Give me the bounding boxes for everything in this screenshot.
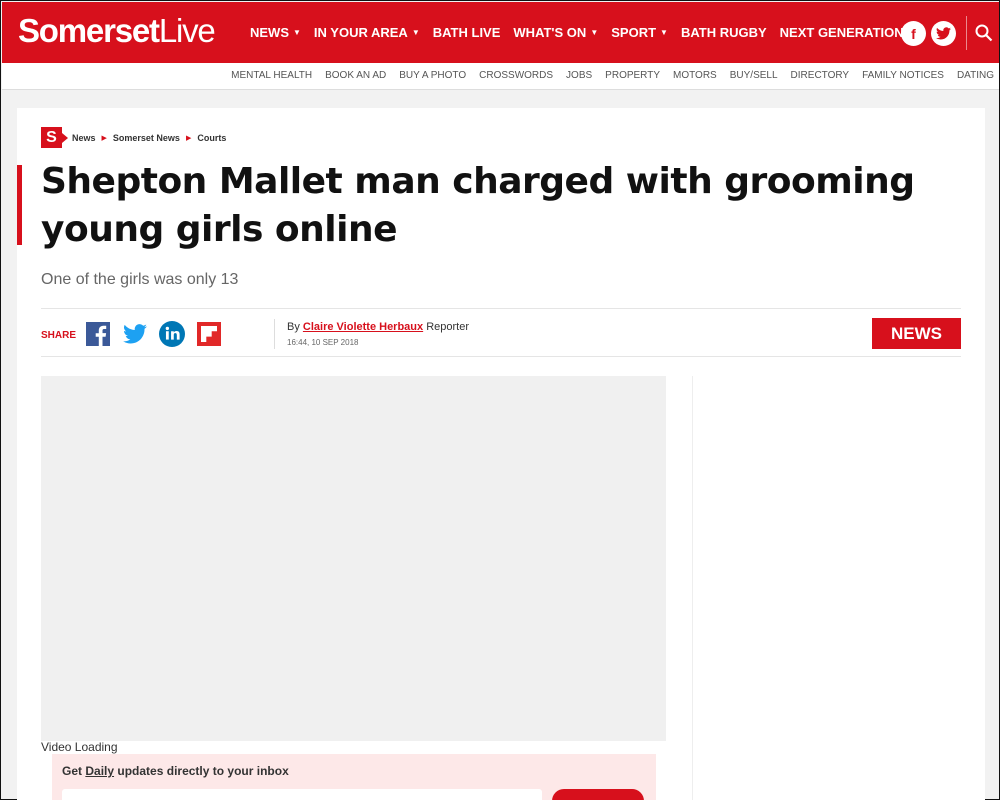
headline-accent-bar (17, 165, 22, 245)
facebook-glyph: f (911, 25, 916, 42)
nav-item-news[interactable]: NEWS ▼ (250, 25, 301, 40)
newsletter-title: Get Daily updates directly to your inbox (62, 764, 289, 778)
site-logo[interactable]: SomersetLive (18, 12, 216, 50)
social-links: f (901, 21, 956, 46)
breadcrumb-news[interactable]: News (72, 133, 96, 143)
caret-down-icon: ▼ (660, 28, 668, 37)
category-badge[interactable]: NEWS (872, 318, 961, 349)
nav-item-whats-on[interactable]: WHAT'S ON ▼ (513, 25, 598, 40)
breadcrumb-separator-icon: ▶ (185, 134, 192, 142)
byline: By Claire Violette Herbaux Reporter (287, 321, 469, 333)
flipboard-share-icon[interactable] (196, 321, 222, 347)
share-buttons (85, 321, 222, 347)
twitter-bird-glyph (936, 27, 951, 40)
video-loading-text: Video Loading (41, 740, 118, 754)
meta-divider (274, 319, 275, 349)
byline-prefix: By (287, 321, 300, 333)
subnav-link-jobs[interactable]: JOBS (566, 70, 592, 81)
subnav-link-family-notices[interactable]: FAMILY NOTICES (862, 70, 944, 81)
nav-label: BATH LIVE (432, 25, 501, 40)
article-meta: SHARE By Claire Violette Herbaux Reporte… (41, 308, 961, 357)
linkedin-share-icon[interactable] (159, 321, 185, 347)
breadcrumb-courts[interactable]: Courts (197, 133, 226, 143)
main-nav: NEWS ▼ IN YOUR AREA ▼ BATH LIVE WHAT'S ON ▼… (250, 2, 917, 63)
nav-label: IN YOUR AREA (313, 25, 408, 40)
breadcrumb-separator-icon: ▶ (101, 134, 107, 142)
subnav-link-buy-a-photo[interactable]: BUY A PHOTO (399, 70, 466, 81)
share-label: SHARE (41, 330, 77, 341)
sidebar-divider (692, 376, 693, 800)
site-header: SomersetLive NEWS ▼ IN YOUR AREA ▼ BATH LI… (2, 2, 999, 63)
nav-label: NEXT GENERATION (779, 25, 904, 40)
nav-item-next-generation[interactable]: NEXT GENERATION (780, 25, 904, 40)
article-headline: Shepton Mallet man charged with grooming… (41, 161, 915, 250)
caret-down-icon: ▼ (590, 28, 599, 37)
secondary-nav-links: MENTAL HEALTH BOOK AN AD BUY A PHOTO CRO… (231, 70, 994, 81)
facebook-icon[interactable]: f (901, 21, 926, 46)
publish-date: 16:44, 10 SEP 2018 (287, 338, 359, 347)
caret-down-icon: ▼ (293, 28, 301, 37)
subnav-link-buy-sell[interactable]: BUY/SELL (730, 70, 778, 81)
newsletter-frequency-select[interactable]: Daily (85, 764, 114, 778)
header-divider (966, 16, 967, 50)
twitter-share-icon[interactable] (122, 321, 148, 347)
nav-label: BATH RUGBY (680, 25, 767, 40)
author-link[interactable]: Claire Violette Herbaux (303, 321, 423, 333)
newsletter-subscribe-button[interactable] (552, 789, 644, 800)
newsletter-suffix: updates directly to your inbox (117, 764, 289, 778)
facebook-share-icon[interactable] (85, 321, 111, 347)
nav-label: WHAT'S ON (513, 25, 587, 40)
nav-item-sport[interactable]: SPORT ▼ (611, 25, 668, 40)
logo-text-light: Live (158, 12, 216, 49)
article-standfirst: One of the girls was only 13 (41, 271, 239, 288)
section-badge-letter: S (46, 128, 57, 146)
subnav-link-motors[interactable]: MOTORS (673, 70, 717, 81)
subnav-link-property[interactable]: PROPERTY (605, 70, 660, 81)
breadcrumb: S News ▶ Somerset News ▶ Courts (41, 127, 226, 148)
subnav-link-crosswords[interactable]: CROSSWORDS (479, 70, 553, 81)
subnav-link-mental-health[interactable]: MENTAL HEALTH (231, 70, 312, 81)
twitter-icon[interactable] (931, 21, 956, 46)
search-icon[interactable] (975, 24, 993, 47)
subnav-link-dating[interactable]: DATING (957, 70, 994, 81)
nav-label: SPORT (611, 25, 657, 40)
author-role: Reporter (426, 321, 469, 333)
nav-label: NEWS (250, 25, 289, 40)
subnav-link-directory[interactable]: DIRECTORY (791, 70, 850, 81)
nav-item-bath-rugby[interactable]: BATH RUGBY (681, 25, 767, 40)
video-player[interactable] (41, 376, 666, 741)
newsletter-prefix: Get (62, 764, 83, 778)
newsletter-signup: Get Daily updates directly to your inbox (52, 754, 656, 800)
subnav-link-book-an-ad[interactable]: BOOK AN AD (325, 70, 386, 81)
newsletter-email-input[interactable] (62, 789, 542, 800)
nav-item-in-your-area[interactable]: IN YOUR AREA ▼ (314, 25, 420, 40)
secondary-nav: MENTAL HEALTH BOOK AN AD BUY A PHOTO CRO… (2, 63, 999, 90)
logo-text-bold: Somerset (18, 12, 160, 49)
nav-item-bath-live[interactable]: BATH LIVE (433, 25, 501, 40)
caret-down-icon: ▼ (411, 28, 420, 37)
section-badge-icon[interactable]: S (41, 127, 68, 148)
breadcrumb-somerset-news[interactable]: Somerset News (113, 133, 180, 143)
